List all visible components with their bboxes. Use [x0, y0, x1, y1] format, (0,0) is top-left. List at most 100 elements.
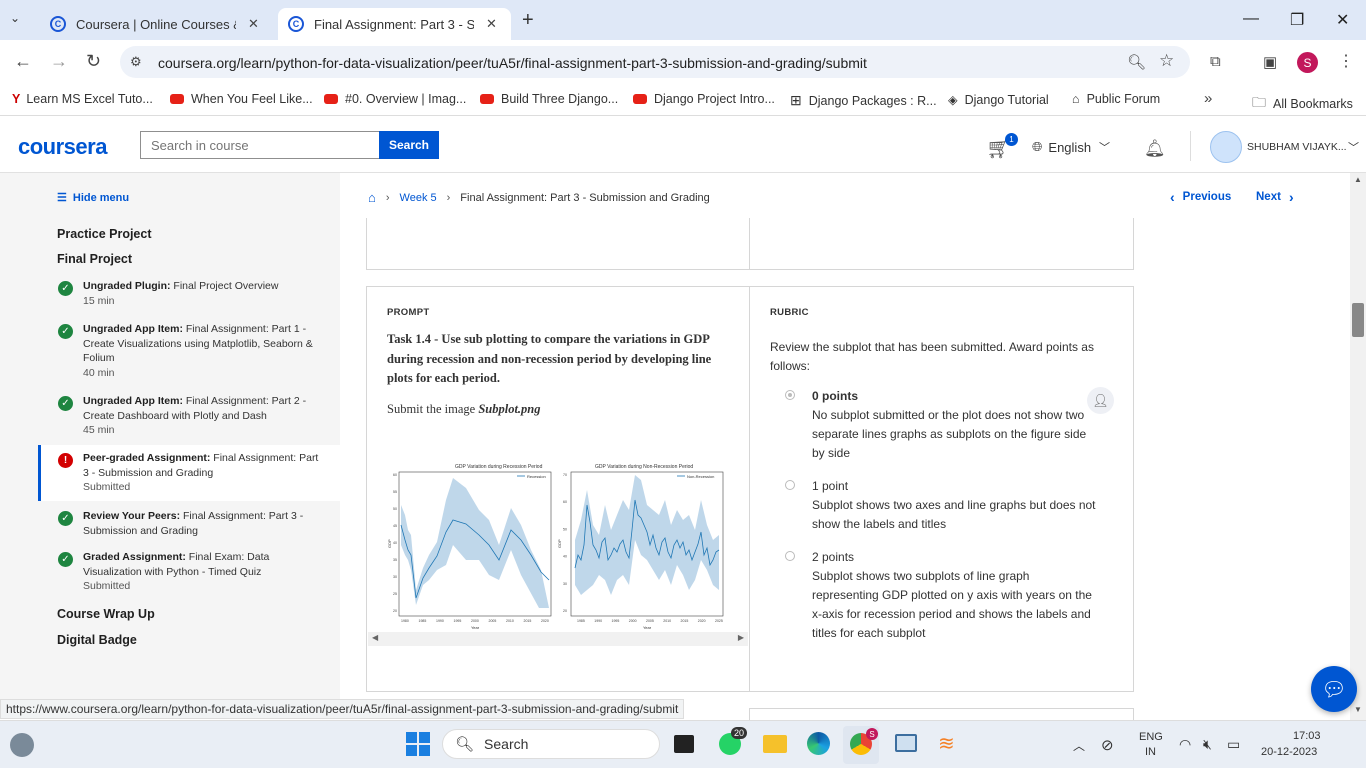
- notification-bell-icon[interactable]: 🔔︎: [1144, 139, 1166, 159]
- folder-icon: 🗀: [1252, 94, 1266, 110]
- language-indicator-bottom[interactable]: IN: [1145, 746, 1156, 758]
- url-text[interactable]: coursera.org/learn/python-for-data-visua…: [158, 55, 867, 71]
- previous-label: Previous: [1182, 191, 1232, 203]
- all-bookmarks[interactable]: 🗀 All Bookmarks: [1252, 92, 1353, 116]
- next-button[interactable]: Next ›: [1256, 189, 1294, 205]
- side-panel-icon[interactable]: ▣: [1263, 53, 1277, 71]
- sidebar-item-assignment-part-3[interactable]: Peer-graded Assignment: Final Assignment…: [83, 451, 323, 495]
- wifi-icon[interactable]: ◠: [1179, 736, 1191, 753]
- submitted-image: GDP Variation during Recession Period Re…: [371, 460, 747, 630]
- volume-mute-icon[interactable]: 🔇︎: [1203, 736, 1212, 753]
- rubric-radio-1-point[interactable]: [785, 480, 795, 490]
- chevron-left-icon: ‹: [1170, 189, 1175, 205]
- photos-icon[interactable]: [895, 734, 917, 752]
- right-y-tick: 60: [563, 500, 567, 504]
- right-x-tick: 2010: [663, 619, 671, 623]
- profile-avatar[interactable]: S: [1297, 52, 1318, 73]
- bookmark-item[interactable]: Y Learn MS Excel Tuto...: [12, 92, 153, 106]
- language-selector[interactable]: 🌐︎ English ﹀: [1032, 139, 1110, 155]
- bookmark-star-icon[interactable]: ☆: [1159, 51, 1174, 71]
- weather-widget-icon[interactable]: [10, 733, 34, 757]
- clock-time[interactable]: 17:03: [1293, 730, 1321, 742]
- sidebar-section-digital-badge[interactable]: Digital Badge: [57, 633, 137, 647]
- bookmark-item[interactable]: When You Feel Like...: [170, 92, 313, 106]
- scroll-up-icon[interactable]: ▲: [1354, 175, 1362, 184]
- bookmark-item[interactable]: ⊞ Django Packages : R...: [790, 92, 937, 109]
- sidebar-item-final-project-overview[interactable]: Ungraded Plugin: Final Project Overview …: [83, 279, 323, 308]
- tab-search-icon[interactable]: ⌄: [10, 11, 20, 25]
- language-indicator-top[interactable]: ENG: [1139, 731, 1163, 743]
- jupyter-icon[interactable]: ≋: [938, 731, 955, 756]
- restore-icon[interactable]: ❐: [1290, 10, 1304, 30]
- scrollbar-thumb[interactable]: [1352, 303, 1364, 337]
- windows-start-icon[interactable]: [406, 732, 430, 756]
- new-tab-icon[interactable]: +: [522, 9, 534, 32]
- network-off-icon[interactable]: ⊘: [1101, 736, 1114, 754]
- tab-coursera-home[interactable]: C Coursera | Online Courses & Cr ✕: [40, 8, 275, 40]
- right-xlabel: Year: [643, 625, 652, 630]
- search-button[interactable]: Search: [379, 131, 439, 159]
- bookmark-item[interactable]: Build Three Django...: [480, 92, 618, 106]
- sidebar-item-final-exam[interactable]: Graded Assignment: Final Exam: Data Visu…: [83, 550, 323, 594]
- left-x-tick: 2000: [471, 619, 479, 623]
- completed-check-icon: ✓: [58, 324, 73, 339]
- forward-icon[interactable]: →: [50, 51, 68, 72]
- coursera-logo[interactable]: coursera: [18, 134, 107, 160]
- right-ylabel: GDP: [557, 539, 562, 548]
- close-tab-icon[interactable]: ✕: [486, 16, 497, 32]
- rubric-option-1-point[interactable]: 1 point Subplot shows two axes and line …: [812, 477, 1097, 534]
- image-horizontal-scrollbar[interactable]: ◀ ▶: [368, 632, 748, 646]
- rubric-option-2-points[interactable]: 2 points Subplot shows two subplots of l…: [812, 548, 1097, 643]
- sidebar-section-practice-project[interactable]: Practice Project: [57, 227, 152, 241]
- minimize-icon[interactable]: —: [1243, 10, 1259, 28]
- edge-icon[interactable]: [807, 732, 830, 755]
- hide-menu-button[interactable]: ☰ Hide menu: [57, 191, 129, 205]
- browser-tab-strip: ⌄ C Coursera | Online Courses & Cr ✕ C F…: [0, 0, 1366, 40]
- task-view-icon[interactable]: [674, 735, 694, 753]
- clock-date[interactable]: 20-12-2023: [1261, 746, 1317, 758]
- user-name[interactable]: SHUBHAM VIJAYK...: [1247, 141, 1347, 153]
- reload-icon[interactable]: ↻: [86, 51, 101, 72]
- more-bookmarks-icon[interactable]: »: [1204, 90, 1212, 107]
- rubric-radio-0-points[interactable]: [785, 390, 795, 400]
- bookmark-item[interactable]: Django Project Intro...: [633, 92, 775, 106]
- site-info-icon[interactable]: ⚙: [130, 54, 142, 70]
- battery-icon[interactable]: ▭: [1227, 736, 1240, 753]
- sidebar-item-review-peers[interactable]: Review Your Peers: Final Assignment: Par…: [83, 509, 323, 538]
- bookmark-item[interactable]: ⌂ Public Forum: [1072, 92, 1160, 106]
- home-icon[interactable]: ⌂: [368, 190, 376, 205]
- user-menu-chevron-icon[interactable]: ﹀: [1348, 139, 1359, 155]
- bookmark-item[interactable]: ◈ Django Tutorial: [948, 92, 1049, 108]
- extensions-icon[interactable]: ⧉: [1210, 53, 1221, 70]
- file-explorer-icon[interactable]: [763, 735, 787, 753]
- taskbar-search[interactable]: 🔍︎ Search: [442, 729, 660, 759]
- tray-chevron-up-icon[interactable]: ︿: [1073, 737, 1085, 754]
- sidebar-item-assignment-part-1[interactable]: Ungraded App Item: Final Assignment: Par…: [83, 322, 323, 380]
- chat-help-button[interactable]: 💬︎: [1311, 666, 1357, 712]
- close-tab-icon[interactable]: ✕: [248, 16, 259, 32]
- back-icon[interactable]: ←: [14, 51, 32, 72]
- zoom-icon[interactable]: 🔍︎: [1127, 53, 1146, 71]
- item-type: Ungraded Plugin:: [83, 280, 171, 292]
- tab-final-assignment[interactable]: C Final Assignment: Part 3 - Subm ✕: [278, 8, 511, 40]
- rubric-option-0-points[interactable]: 0 points No subplot submitted or the plo…: [812, 387, 1097, 463]
- left-x-tick: 2005: [489, 619, 497, 623]
- left-y-tick: 25: [393, 592, 397, 596]
- sidebar-section-final-project[interactable]: Final Project: [57, 252, 132, 266]
- scroll-left-icon[interactable]: ◀: [372, 633, 378, 642]
- browser-menu-icon[interactable]: ⋮: [1338, 51, 1354, 71]
- right-x-tick: 2000: [629, 619, 637, 623]
- bookmark-item[interactable]: #0. Overview | Imag...: [324, 92, 466, 106]
- previous-button[interactable]: ‹ Previous: [1170, 189, 1231, 205]
- breadcrumb-week[interactable]: Week 5: [400, 192, 437, 204]
- close-window-icon[interactable]: ✕: [1336, 10, 1349, 30]
- user-avatar[interactable]: [1210, 131, 1242, 163]
- scroll-down-icon[interactable]: ▼: [1354, 705, 1362, 714]
- rubric-radio-2-points[interactable]: [785, 551, 795, 561]
- page-scrollbar[interactable]: ▲ ▼: [1350, 173, 1366, 720]
- sidebar-section-course-wrap-up[interactable]: Course Wrap Up: [57, 607, 155, 621]
- scroll-right-icon[interactable]: ▶: [738, 633, 744, 642]
- course-search-input[interactable]: [140, 131, 380, 159]
- bookmark-label: #0. Overview | Imag...: [345, 92, 467, 106]
- sidebar-item-assignment-part-2[interactable]: Ungraded App Item: Final Assignment: Par…: [83, 394, 323, 438]
